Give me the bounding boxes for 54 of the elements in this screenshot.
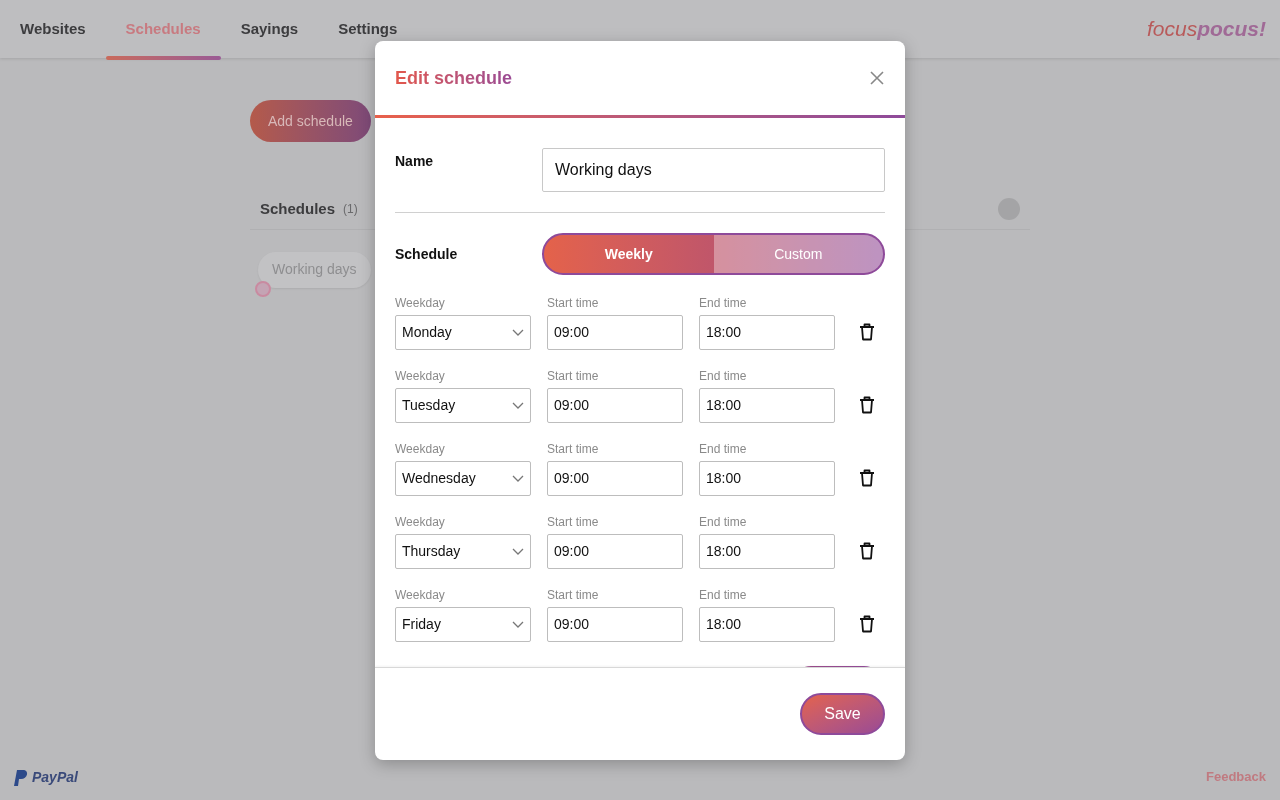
field-label: Weekday	[395, 514, 446, 530]
field-label: End time	[699, 295, 748, 311]
time-field[interactable]: 18:00	[699, 388, 835, 423]
field-label: Start time	[547, 441, 600, 457]
field-label: Weekday	[395, 295, 446, 311]
nav-tab[interactable]: Sayings	[220, 0, 319, 58]
nav-tab[interactable]: Settings	[318, 0, 418, 58]
field-label: Start time	[547, 587, 600, 603]
logo: focuspocus!	[1146, 16, 1266, 43]
time-field[interactable]: 18:00	[699, 607, 835, 642]
time-field[interactable]: 09:00	[547, 534, 683, 569]
field-label: End time	[699, 587, 748, 603]
save-button[interactable]: Save	[800, 693, 885, 735]
schedule-label: Schedule	[395, 244, 458, 264]
paypal-logo-icon	[14, 769, 28, 786]
time-field[interactable]: 18:00	[699, 534, 835, 569]
nav-tab[interactable]: Websites	[0, 0, 106, 58]
weekday-select[interactable]: Wednesday	[395, 461, 531, 496]
chevron-down-icon	[512, 475, 524, 482]
time-field[interactable]: 09:00	[547, 388, 683, 423]
trash-icon[interactable]	[859, 469, 875, 487]
field-label: Weekday	[395, 587, 446, 603]
chevron-down-icon	[512, 402, 524, 409]
name-label: Name	[395, 152, 434, 171]
close-icon[interactable]	[870, 71, 884, 85]
field-label: Start time	[547, 514, 600, 530]
time-field[interactable]: 09:00	[547, 315, 683, 350]
paypal-link[interactable]: PayPal	[14, 767, 78, 788]
time-field[interactable]: 18:00	[699, 461, 835, 496]
trash-icon[interactable]	[859, 615, 875, 633]
time-field[interactable]: 09:00	[547, 461, 683, 496]
field-label: End time	[699, 514, 748, 530]
chevron-down-icon	[512, 621, 524, 628]
trash-icon[interactable]	[859, 396, 875, 414]
name-field[interactable]: Working days	[542, 148, 885, 192]
field-label: Start time	[547, 368, 600, 384]
field-label: Start time	[547, 295, 600, 311]
field-label: End time	[699, 441, 748, 457]
list-count: (1)	[343, 201, 358, 219]
time-field[interactable]: 18:00	[699, 315, 835, 350]
chevron-down-icon	[512, 329, 524, 336]
weekday-select[interactable]: Tuesday	[395, 388, 531, 423]
time-field[interactable]: 09:00	[547, 607, 683, 642]
schedule-option[interactable]: Weekly	[544, 235, 714, 273]
field-label: Weekday	[395, 368, 446, 384]
weekday-select[interactable]: Thursday	[395, 534, 531, 569]
weekday-select[interactable]: Friday	[395, 607, 531, 642]
field-label: Weekday	[395, 441, 446, 457]
trash-icon[interactable]	[859, 323, 875, 341]
weekday-select[interactable]: Monday	[395, 315, 531, 350]
chevron-down-icon	[512, 548, 524, 555]
list-title: Schedules	[260, 199, 336, 219]
field-label: End time	[699, 368, 748, 384]
trash-icon[interactable]	[859, 542, 875, 560]
